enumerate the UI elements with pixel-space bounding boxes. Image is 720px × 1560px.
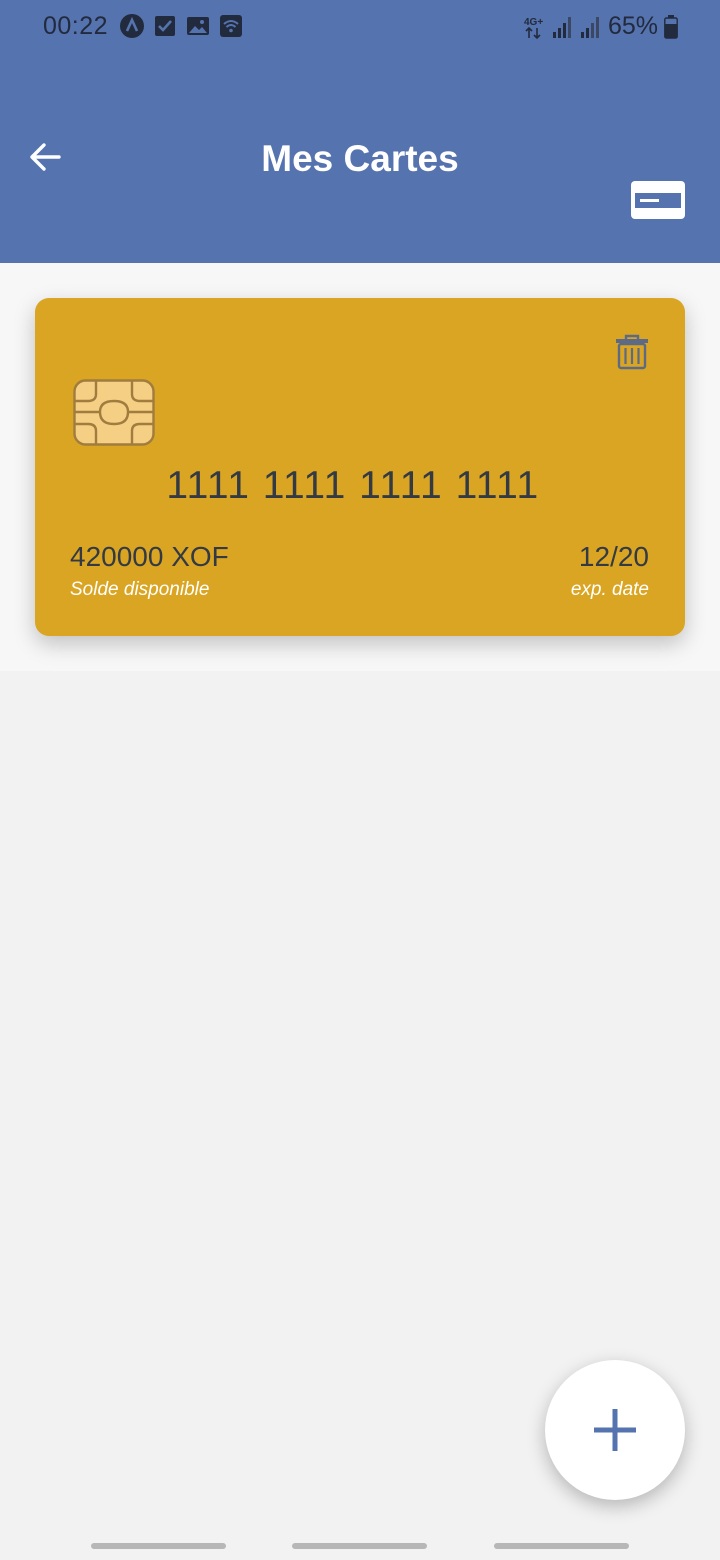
- expiry-label: exp. date: [570, 579, 649, 600]
- svg-text:4G+: 4G+: [524, 17, 543, 28]
- app-root: 00:22 4G+ 65% Mes Cartes 1111 1111 1111 …: [0, 0, 720, 1560]
- balance-label: Solde disponible: [70, 579, 210, 600]
- status-bar: 00:22 4G+ 65%: [0, 0, 720, 54]
- signal-icon-1: [552, 16, 571, 38]
- battery-icon: [664, 14, 678, 39]
- nav-recents-handle[interactable]: [91, 1543, 226, 1549]
- app-header: 00:22 4G+ 65% Mes Cartes: [0, 0, 720, 263]
- credit-card-icon[interactable]: [630, 180, 686, 220]
- page-title: Mes Cartes: [261, 138, 459, 179]
- wifi-icon: [220, 15, 242, 37]
- checkbox-icon: [155, 16, 175, 36]
- status-time: 00:22: [43, 12, 109, 40]
- app-notification-icon: [120, 14, 144, 38]
- card-number: 1111 1111 1111 1111: [166, 464, 540, 507]
- signal-icon-2: [580, 16, 599, 38]
- network-4g-icon: 4G+: [524, 17, 543, 39]
- trash-icon[interactable]: [615, 334, 649, 370]
- plus-icon: [594, 1409, 636, 1451]
- card-expiry: 12/20: [578, 541, 649, 572]
- payment-card[interactable]: 1111 1111 1111 1111 420000 XOF Solde dis…: [35, 298, 685, 636]
- card-chip-icon: [73, 379, 155, 446]
- battery-percent: 65%: [607, 12, 658, 40]
- add-card-button[interactable]: [545, 1360, 685, 1500]
- notification-icons: [120, 14, 243, 38]
- card-balance: 420000 XOF: [70, 541, 229, 572]
- image-icon: [187, 17, 209, 35]
- status-right: 4G+ 65%: [524, 12, 678, 41]
- nav-home-handle[interactable]: [292, 1543, 427, 1549]
- nav-back-handle[interactable]: [494, 1543, 629, 1549]
